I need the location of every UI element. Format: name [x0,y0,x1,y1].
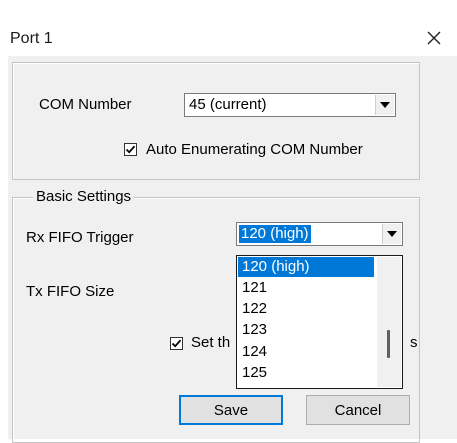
cancel-button[interactable]: Cancel [306,395,410,425]
chevron-down-icon [387,231,397,237]
com-number-dropdown-button[interactable] [375,95,394,115]
tx-fifo-label: Tx FIFO Size [26,283,115,300]
rx-fifo-label: Rx FIFO Trigger [26,229,134,246]
com-group [12,62,420,180]
auto-enum-checkbox[interactable] [124,143,137,156]
list-item[interactable]: 121 [238,278,374,298]
set-label-left: Set th [191,334,231,351]
chevron-down-icon [380,102,390,108]
rx-fifo-value: 120 (high) [239,225,311,243]
list-item[interactable]: 122 [238,299,374,319]
com-number-select[interactable]: 45 (current) [184,93,396,117]
window-title: Port 1 [10,30,53,47]
close-icon [427,31,441,45]
title-bar: Port 1 [0,0,457,56]
dialog-client-area: COM Number 45 (current) Auto Enumerating… [8,56,457,443]
save-button[interactable]: Save [179,395,283,425]
basic-settings-legend: Basic Settings [33,188,135,206]
list-item[interactable]: 124 [238,342,374,362]
checkmark-icon [171,339,182,348]
rx-fifo-select[interactable]: 120 (high) [236,222,403,246]
set-label-right: s [410,334,418,351]
list-item[interactable]: 120 (high) [238,257,374,277]
set-checkbox[interactable] [170,337,183,350]
rx-fifo-dropdown-list[interactable]: 120 (high) 121 122 123 124 125 [236,255,403,389]
list-item[interactable]: 125 [238,363,374,383]
rx-fifo-dropdown-button[interactable] [382,224,401,244]
checkmark-icon [125,145,136,154]
dropdown-scrollbar[interactable] [377,257,401,387]
close-button[interactable] [420,24,448,52]
scrollbar-thumb[interactable] [387,330,390,358]
list-item[interactable]: 123 [238,320,374,340]
com-number-value: 45 (current) [189,96,267,113]
com-number-label: COM Number [39,96,132,113]
auto-enum-label: Auto Enumerating COM Number [146,141,363,158]
